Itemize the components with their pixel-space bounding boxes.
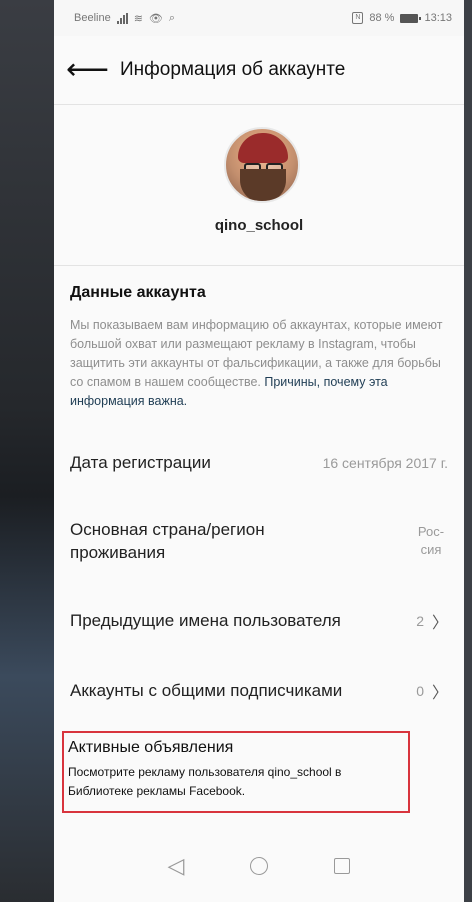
previous-usernames-count: 2 [416, 613, 424, 629]
registration-date-row: Дата регистрации 16 сентября 2017 г. [54, 427, 464, 499]
background-right [464, 0, 472, 902]
avatar[interactable] [224, 127, 300, 203]
registration-date-label: Дата регистрации [70, 453, 211, 472]
search-status-icon: ⌕ [168, 11, 176, 24]
country-label-line2: проживания [70, 543, 166, 562]
account-data-section: Данные аккаунта Мы показываем вам информ… [54, 266, 464, 411]
clock: 13:13 [424, 12, 452, 24]
active-ads-subtitle-line1: Посмотрите рекламу пользователя qino_sch… [68, 765, 342, 779]
nav-home-icon[interactable] [250, 857, 269, 875]
system-nav-bar: ◁ [54, 830, 464, 902]
country-label: Основная страна/регион проживания [70, 518, 265, 564]
account-data-description: Мы показываем вам информацию об аккаунта… [70, 316, 448, 411]
signal-icon [116, 12, 128, 24]
active-ads-title: Активные объявления [68, 739, 234, 756]
registration-date-value: 16 сентября 2017 г. [322, 455, 448, 471]
avatar-beard [240, 169, 286, 201]
shared-followers-count: 0 [416, 683, 424, 699]
page-title: Информация об аккаунте [120, 59, 346, 80]
account-info-list: Дата регистрации 16 сентября 2017 г. Осн… [54, 427, 464, 723]
chevron-right-icon: 〉 [431, 685, 448, 702]
country-row: Основная страна/регион проживания Рос-сия [54, 499, 464, 583]
country-value: Рос-сия [414, 523, 448, 559]
battery-percent: 88 % [369, 12, 395, 24]
username: qino_school [214, 217, 304, 234]
shared-followers-row[interactable]: Аккаунты с общими подписчиками 0 〉 [54, 659, 464, 723]
chevron-right-icon: 〉 [431, 615, 448, 632]
country-value-line2: сия [420, 542, 442, 557]
shared-followers-label: Аккаунты с общими подписчиками [70, 681, 343, 700]
active-ads-subtitle-line2: Библиотеке рекламы Facebook. [68, 784, 246, 798]
eye-icon: 👁 [148, 12, 163, 25]
battery-icon [400, 13, 422, 23]
country-label-line1: Основная страна/регион [70, 520, 265, 539]
nfc-icon: N [352, 12, 364, 24]
previous-usernames-row[interactable]: Предыдущие имена пользователя 2 〉 [54, 583, 464, 659]
nav-recents-icon[interactable] [334, 858, 351, 874]
shared-followers-value-wrap: 0 〉 [416, 679, 448, 703]
carrier-label: Beeline [74, 12, 111, 24]
nav-back-icon[interactable]: ◁ [168, 853, 185, 879]
wifi-icon: ≋ [133, 12, 143, 25]
account-data-heading: Данные аккаунта [70, 284, 206, 301]
avatar-hat [238, 133, 288, 163]
profile-section: qino_school [54, 105, 464, 266]
app-bar: ⟵ Информация об аккаунте [54, 36, 464, 105]
back-arrow-icon[interactable]: ⟵ [66, 55, 109, 85]
background-left [0, 0, 54, 902]
previous-usernames-label: Предыдущие имена пользователя [70, 611, 341, 630]
previous-usernames-value-wrap: 2 〉 [416, 609, 448, 633]
country-value-line1: Рос- [417, 524, 445, 539]
active-ads-subtitle: Посмотрите рекламу пользователя qino_sch… [68, 763, 402, 801]
status-bar: Beeline ≋ 👁 ⌕ N 88 % 13:13 [54, 0, 464, 36]
active-ads-item[interactable]: Активные объявления Посмотрите рекламу п… [62, 731, 410, 813]
phone-screen: Beeline ≋ 👁 ⌕ N 88 % 13:13 ⟵ Информация … [54, 0, 464, 902]
